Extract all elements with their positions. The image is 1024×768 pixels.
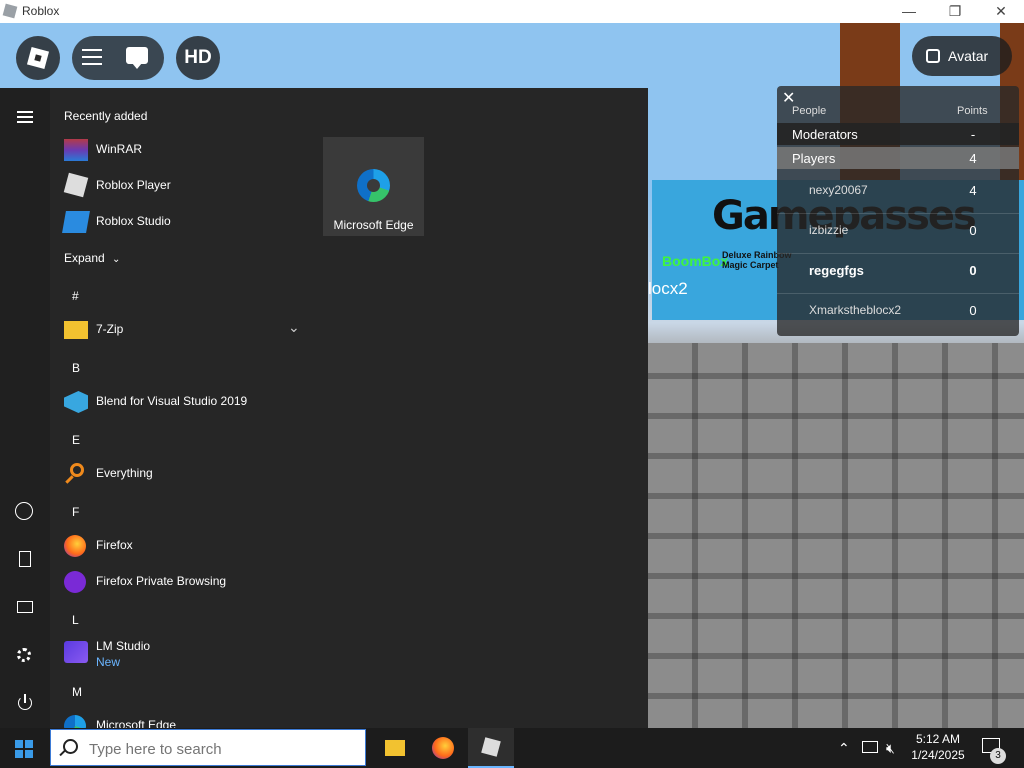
documents-icon[interactable]: [0, 542, 50, 578]
taskbar: ⌃ 🔇︎ 5:12 AM 1/24/2025 3: [0, 728, 1024, 768]
lm-studio-icon: [64, 641, 88, 663]
start-rail: [0, 88, 50, 728]
app-everything[interactable]: Everything: [50, 455, 310, 491]
expand-link[interactable]: Expand ⌄: [64, 251, 120, 265]
power-icon[interactable]: [0, 686, 50, 722]
avatar-button[interactable]: Avatar: [912, 36, 1012, 76]
app-microsoft-edge[interactable]: Microsoft Edge: [50, 707, 310, 728]
recently-added-header: Recently added: [64, 109, 148, 123]
app-firefox[interactable]: Firefox: [50, 527, 310, 563]
app-firefox-private[interactable]: Firefox Private Browsing: [50, 563, 310, 599]
firefox-taskbar-button[interactable]: [420, 728, 466, 768]
app-roblox-player[interactable]: Roblox Player: [50, 167, 310, 203]
search-magnifier-icon: [64, 463, 88, 485]
edge-icon: [64, 715, 86, 728]
close-button[interactable]: ✕: [978, 0, 1024, 23]
menu-chat-group[interactable]: [72, 36, 164, 80]
firefox-icon: [432, 737, 454, 759]
window-title-bar: Roblox — ❐ ✕: [0, 0, 1024, 23]
leaderboard-row-players[interactable]: Players 4: [777, 147, 1019, 169]
app-7zip[interactable]: 7-Zip ⌄: [50, 311, 310, 347]
network-icon[interactable]: [862, 741, 878, 753]
settings-gear-icon[interactable]: [0, 638, 50, 674]
window-title: Roblox: [22, 4, 60, 18]
taskbar-search-box[interactable]: [50, 729, 366, 766]
notification-count-badge: 3: [990, 748, 1006, 764]
firefox-private-icon: [64, 571, 86, 593]
section-f[interactable]: F: [72, 505, 79, 519]
new-badge: New: [96, 655, 121, 669]
app-roblox-studio[interactable]: Roblox Studio: [50, 203, 310, 239]
people-header: People: [792, 105, 827, 117]
account-icon[interactable]: [0, 494, 50, 530]
leaderboard-player-row[interactable]: izbizzie 0: [777, 219, 1019, 254]
app-blend[interactable]: Blend for Visual Studio 2019: [50, 383, 310, 419]
player-nametag: locx2: [648, 279, 688, 298]
section-e[interactable]: E: [72, 433, 80, 447]
roblox-icon: [481, 737, 501, 757]
leaderboard: ✕ People Points Moderators - Players 4 n…: [777, 86, 1019, 336]
hd-button[interactable]: HD: [176, 36, 220, 80]
winrar-icon: [64, 139, 88, 161]
hamburger-icon[interactable]: [82, 49, 102, 51]
app-lm-studio[interactable]: LM Studio New: [50, 631, 310, 673]
avatar-icon: [926, 49, 940, 63]
leaderboard-row-moderators[interactable]: Moderators -: [777, 123, 1019, 145]
system-clock[interactable]: 5:12 AM 1/24/2025: [905, 731, 971, 763]
section-b[interactable]: B: [72, 361, 80, 375]
roblox-player-icon: [63, 172, 89, 198]
section-l[interactable]: L: [72, 613, 79, 627]
roblox-taskbar-button[interactable]: [468, 728, 514, 768]
section-hash[interactable]: #: [72, 289, 79, 303]
restore-button[interactable]: ❐: [932, 0, 978, 23]
leaderboard-player-row[interactable]: Xmarkstheblocx2 0: [777, 299, 1019, 333]
search-input[interactable]: [87, 737, 361, 761]
roblox-icon: [2, 3, 18, 19]
chevron-down-icon: ⌄: [112, 254, 121, 265]
search-icon: [63, 739, 78, 754]
hd-label: HD: [184, 47, 212, 68]
edge-icon: [357, 169, 390, 202]
roblox-studio-icon: [62, 211, 90, 233]
folder-icon: [64, 321, 88, 339]
file-explorer-button[interactable]: [372, 728, 418, 768]
blend-icon: [64, 391, 88, 413]
game-floor: [648, 343, 1024, 728]
minimize-button[interactable]: —: [886, 0, 932, 23]
folder-icon: [385, 740, 405, 756]
chat-icon[interactable]: [126, 47, 148, 69]
start-hamburger-icon[interactable]: [0, 98, 50, 134]
app-winrar[interactable]: WinRAR: [50, 131, 310, 167]
roblox-menu-button[interactable]: [16, 36, 60, 80]
chevron-up-icon[interactable]: ⌃: [838, 740, 850, 757]
start-button[interactable]: [0, 728, 48, 768]
start-menu: Recently added WinRAR Roblox Player Robl…: [0, 88, 648, 728]
boombox-label: BoomBox: [662, 253, 729, 269]
tile-microsoft-edge[interactable]: Microsoft Edge: [323, 137, 424, 236]
clock-time: 5:12 AM: [915, 732, 961, 746]
windows-logo-icon: [15, 740, 23, 748]
volume-muted-icon[interactable]: 🔇︎: [886, 740, 895, 757]
points-header: Points: [957, 105, 988, 117]
clock-date: 1/24/2025: [911, 748, 965, 762]
section-m[interactable]: M: [72, 685, 82, 699]
roblox-logo-icon: [26, 46, 50, 70]
leaderboard-player-row[interactable]: nexy20067 4: [777, 179, 1019, 214]
firefox-icon: [64, 535, 86, 557]
pictures-icon[interactable]: [0, 590, 50, 626]
chevron-down-icon[interactable]: ⌄: [288, 319, 300, 336]
avatar-label: Avatar: [948, 48, 989, 64]
leaderboard-player-row[interactable]: regegfgs 0: [777, 259, 1019, 294]
